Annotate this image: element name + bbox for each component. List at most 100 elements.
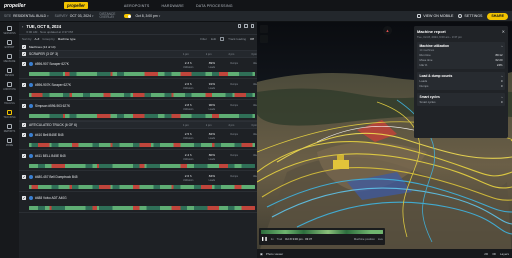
machine-checkbox[interactable]: ✓ <box>22 175 26 179</box>
phone-icon <box>417 14 422 18</box>
rail-item-tracking[interactable]: TRACKING <box>3 110 16 119</box>
machine-checkbox[interactable]: ✓ <box>22 83 26 87</box>
edit-button[interactable]: Edit <box>211 37 216 41</box>
distance-overlay-toggle[interactable] <box>124 14 132 18</box>
photo-viewer-button[interactable]: Photo viewer <box>266 252 283 256</box>
activity-timeline[interactable] <box>29 93 255 97</box>
machine-checkbox[interactable]: ✓ <box>22 154 26 158</box>
activity-timeline[interactable] <box>29 164 255 168</box>
rail-item-reports[interactable]: REPORTS <box>4 124 15 133</box>
rail-item-annotate[interactable]: ANNOTATE <box>3 82 16 91</box>
view-2d-button[interactable]: 2D <box>484 252 488 256</box>
active-brand-pill: propeller <box>64 2 88 9</box>
machine-row[interactable]: ✓ #410 Bell B45E B45 2.5 h Utilization 82%… <box>19 129 257 150</box>
machine-icon <box>29 196 33 200</box>
machine-row[interactable]: ✓ #488 Volvo ADT A40G <box>19 192 257 213</box>
rail-item-more[interactable]: MORE <box>6 138 13 147</box>
machine-row[interactable]: ✓ #411 BELL B45E B45 2.4 h Utilization 80%… <box>19 150 257 171</box>
stat-label: Dumps <box>230 153 238 157</box>
map-view[interactable]: ▲ Machine report Tue, Oct 8, 2024, 6:00 … <box>257 22 512 258</box>
machine-row[interactable]: ✓ #596-907 Scraper 627K 2.3 h Utilization… <box>19 58 257 79</box>
activity-timeline[interactable] <box>29 72 255 76</box>
tab-aeropoints[interactable]: AEROPOINTS <box>124 4 150 8</box>
zoom-in-button[interactable] <box>260 25 268 33</box>
report-section[interactable]: Smart cycles › Smart cycles 0 <box>417 93 505 106</box>
date-select[interactable]: Oct 8, 3:00 pm <box>135 14 157 18</box>
activity-timeline[interactable] <box>29 143 255 147</box>
calendar-icon[interactable] <box>237 24 241 28</box>
machine-row[interactable]: ✓ #596-907K Scraper 627K 2.6 h Utilizatio… <box>19 79 257 100</box>
rail-item-measure[interactable]: MEASURE <box>4 54 15 63</box>
machine-row[interactable]: ✓ Simpson #596-903 627K 2.8 h Utilization… <box>19 100 257 121</box>
machine-checkbox[interactable]: ✓ <box>22 196 26 200</box>
machines-count-row: ✓ Machines (14 of 14) <box>19 43 257 50</box>
track-loading-select[interactable]: Off <box>250 37 254 41</box>
pause-icon[interactable]: ❚❚ <box>261 236 268 241</box>
machine-name: #596-907K Scraper 627K <box>35 83 71 87</box>
survey-select[interactable]: OCT 03, 2024 <box>70 14 91 18</box>
activity-timeline[interactable] <box>29 114 255 118</box>
site-select[interactable]: RESIDENTIAL BUILD <box>13 14 46 18</box>
playback-speed[interactable]: 1x <box>271 237 274 241</box>
share-button[interactable]: SHARE <box>487 12 508 20</box>
brand[interactable]: propeller <box>0 3 64 9</box>
logo-text: propeller <box>4 2 26 9</box>
rail-item-sessions[interactable]: SESSIONS <box>3 26 16 35</box>
playback-bar: ❚❚ 1x Trail Oct 8 3:00 pm · 03:37 Machin… <box>259 228 385 245</box>
playback-timeline[interactable] <box>261 230 383 234</box>
view-3d-button[interactable]: 3D <box>492 252 496 256</box>
tab-hardware[interactable]: HARDWARE <box>162 4 184 8</box>
rail-label: DESIGN <box>4 74 15 77</box>
machine-checkbox[interactable]: ✓ <box>22 62 26 66</box>
activity-timeline[interactable] <box>29 206 255 210</box>
select-all-checkbox[interactable]: ✓ <box>22 44 26 49</box>
filter-button[interactable]: Filter <box>200 37 207 41</box>
machine-stat: 2.3 h Utilization <box>183 61 193 69</box>
compass-icon[interactable]: ▲ <box>383 26 392 35</box>
group-checkbox[interactable]: ✓ <box>22 52 26 56</box>
rail-item-export[interactable]: EXPORT <box>5 40 14 49</box>
view-on-mobile-button[interactable]: VIEW ON MOBILE <box>417 14 453 18</box>
row-value: 89:12 <box>495 53 503 57</box>
active-brand[interactable]: propeller <box>64 2 88 9</box>
trail-toggle[interactable]: Trail <box>277 237 282 241</box>
sort-select[interactable]: A-Z <box>35 37 40 41</box>
stat-value: 80% <box>208 153 215 157</box>
group-select[interactable]: Machine type <box>58 37 76 41</box>
machine-stat: 2.4 h Utilization <box>183 153 193 161</box>
layers-button[interactable]: Layers <box>500 252 509 256</box>
machine-stat: 91% Loads <box>209 82 216 90</box>
track-loading-checkbox[interactable] <box>220 37 225 41</box>
download-icon[interactable] <box>244 24 248 28</box>
report-row: Move time 62:20 <box>420 58 503 62</box>
activity-timeline[interactable] <box>29 185 255 189</box>
report-section[interactable]: Machine utilization › 14 machines Run tim… <box>417 42 505 69</box>
report-section[interactable]: Load & dump counts › Loads 0 Dumps 0 <box>417 72 505 90</box>
rail-item-design[interactable]: DESIGN <box>5 68 14 77</box>
machine-icon <box>29 62 33 66</box>
machine-panel: ‹ TUE, OCT 8, 2024 6:00 AM · Now updated… <box>19 22 257 258</box>
rail-item-hauling[interactable]: HAULING <box>4 96 15 105</box>
close-icon[interactable]: ✕ <box>502 29 505 34</box>
stat-label: Dumps <box>230 82 238 86</box>
arrow-right-icon: › <box>501 95 503 99</box>
machine-checkbox[interactable]: ✓ <box>22 104 26 108</box>
machine-stats: 2.4 h Utilization 80% Loads Dumps Idle <box>183 153 257 161</box>
group-checkbox[interactable]: ✓ <box>22 123 26 127</box>
view-on-mobile-label: VIEW ON MOBILE <box>423 14 454 18</box>
live-button[interactable]: Live <box>378 237 383 241</box>
machine-row[interactable]: ✓ #480-457 Bell Dumptruck B45 2.6 h Utili… <box>19 171 257 192</box>
machine-group-header[interactable]: ✓ SCRAPER (3 OF 3) 1 pm 1 pm 2 pm 3 pm <box>19 50 257 58</box>
sessions-icon <box>6 26 12 31</box>
stat-label: Utilization <box>183 178 194 182</box>
machine-checkbox[interactable]: ✓ <box>22 133 26 137</box>
collapse-icon[interactable] <box>250 24 254 28</box>
zoom-out-button[interactable] <box>260 35 268 43</box>
machine-3d-model[interactable] <box>333 160 349 169</box>
time-tick: 1 pm <box>205 123 212 127</box>
settings-button[interactable]: SETTINGS <box>458 14 482 18</box>
machine-stat: Dumps <box>230 174 238 182</box>
back-arrow-icon[interactable]: ‹ <box>22 24 23 29</box>
machine-group-header[interactable]: ✓ ARTICULATED TRUCK (6 OF 6) 1 pm 1 pm 2 pm 3… <box>19 121 257 129</box>
tab-data-processing[interactable]: DATA PROCESSING <box>196 4 233 8</box>
